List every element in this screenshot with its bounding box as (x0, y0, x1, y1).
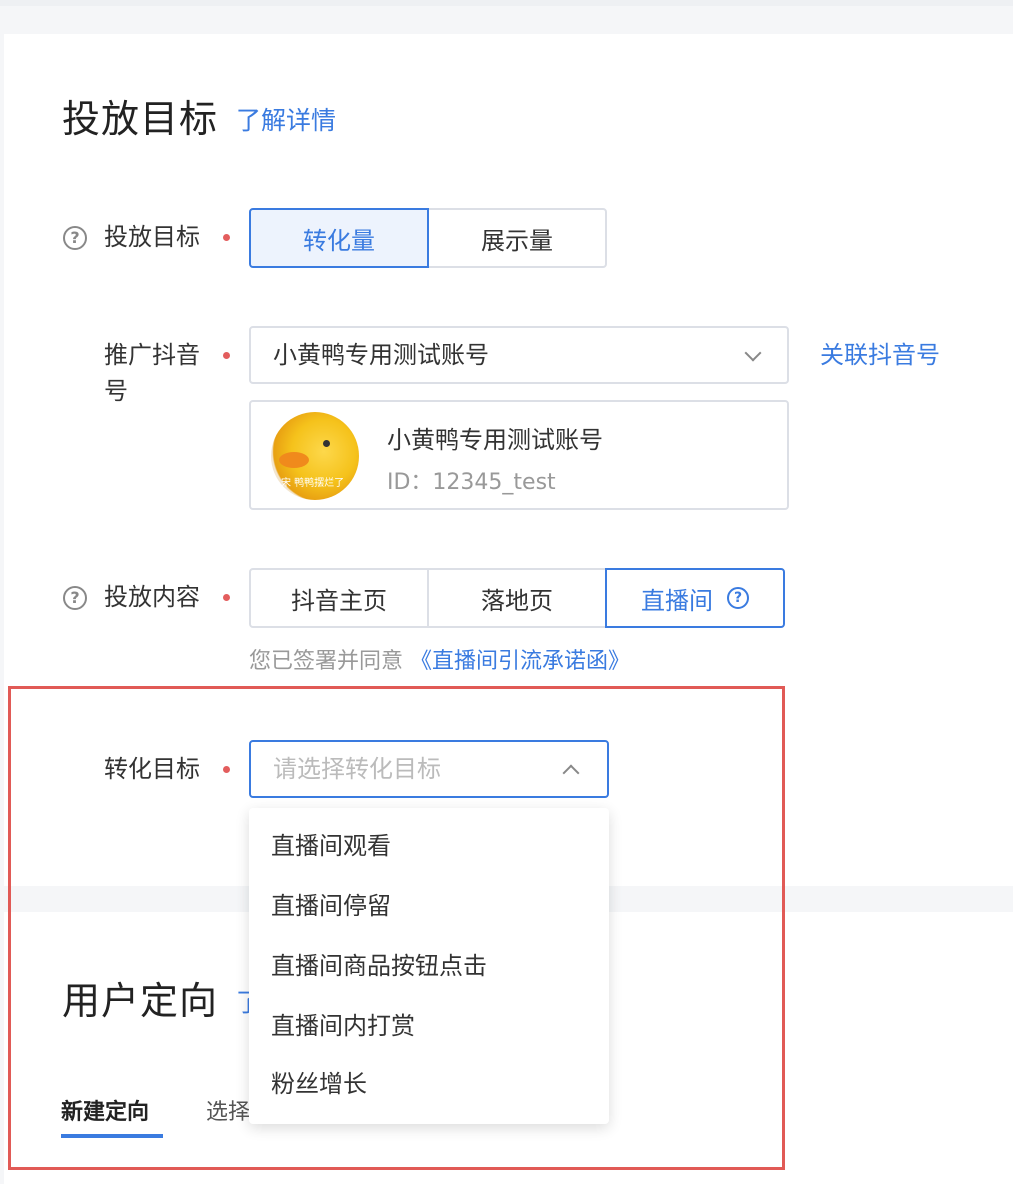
goal-label: 投放目标 (104, 223, 200, 251)
goal-option-conversion[interactable]: 转化量 (249, 208, 429, 268)
content-label: 投放内容 (104, 583, 200, 611)
account-card: 宋 鸭鸭摆烂了 小黄鸭专用测试账号 ID：12345_test (249, 400, 789, 510)
conversion-select[interactable]: 请选择转化目标 (249, 740, 609, 798)
content-option-homepage[interactable]: 抖音主页 (249, 568, 429, 628)
chevron-up-icon (562, 764, 580, 782)
agreement-prefix: 您已签署并同意 (249, 649, 404, 674)
account-name: 小黄鸭专用测试账号 (387, 426, 603, 454)
avatar-caption: 宋 鸭鸭摆烂了 (281, 478, 345, 489)
link-douyin-account[interactable]: 关联抖音号 (820, 343, 940, 367)
content-option-live-label: 直播间 (641, 586, 713, 615)
conversion-label: 转化目标 (104, 755, 200, 783)
agreement-link[interactable]: 《直播间引流承诺函》 (410, 649, 630, 674)
dropdown-option-live-tip[interactable]: 直播间内打赏 (271, 1010, 415, 1042)
section-title-targeting: 用户定向 (62, 979, 219, 1023)
account-id: ID：12345_test (387, 470, 556, 495)
required-dot (223, 766, 230, 773)
avatar: 宋 鸭鸭摆烂了 (271, 412, 359, 500)
conversion-select-placeholder: 请选择转化目标 (273, 755, 441, 783)
goal-segmented: 转化量 展示量 (249, 208, 607, 268)
account-select[interactable]: 小黄鸭专用测试账号 (249, 326, 789, 384)
account-select-value: 小黄鸭专用测试账号 (273, 341, 489, 369)
content-segmented: 抖音主页 落地页 直播间 ? (249, 568, 785, 628)
agreement-text: 您已签署并同意 《直播间引流承诺函》 (249, 648, 630, 676)
duck-eye (323, 440, 330, 447)
dropdown-option-live-stay[interactable]: 直播间停留 (271, 890, 391, 922)
content-option-landing[interactable]: 落地页 (427, 568, 607, 628)
tab-select-targeting[interactable]: 选择 (206, 1102, 250, 1124)
top-strip (0, 0, 1013, 6)
duck-beak (279, 452, 309, 468)
active-tab-underline (61, 1134, 163, 1138)
goal-detail-link[interactable]: 了解详情 (236, 108, 336, 133)
account-label: 推广抖音号 (104, 341, 200, 405)
goal-option-impression[interactable]: 展示量 (427, 208, 607, 268)
content-option-live[interactable]: 直播间 ? (605, 568, 785, 628)
help-icon[interactable]: ? (727, 587, 749, 609)
help-icon[interactable]: ? (63, 586, 87, 610)
section-title-goal: 投放目标 (62, 97, 219, 141)
dropdown-option-live-product-click[interactable]: 直播间商品按钮点击 (271, 950, 487, 982)
dropdown-option-fan-growth[interactable]: 粉丝增长 (271, 1068, 367, 1100)
required-dot (223, 352, 230, 359)
tab-new-targeting[interactable]: 新建定向 (61, 1102, 149, 1124)
dropdown-option-live-view[interactable]: 直播间观看 (271, 830, 391, 862)
conversion-dropdown: 直播间观看 直播间停留 直播间商品按钮点击 直播间内打赏 粉丝增长 (249, 808, 609, 1124)
help-icon[interactable]: ? (63, 226, 87, 250)
required-dot (223, 234, 230, 241)
chevron-down-icon (744, 344, 762, 362)
required-dot (223, 594, 230, 601)
